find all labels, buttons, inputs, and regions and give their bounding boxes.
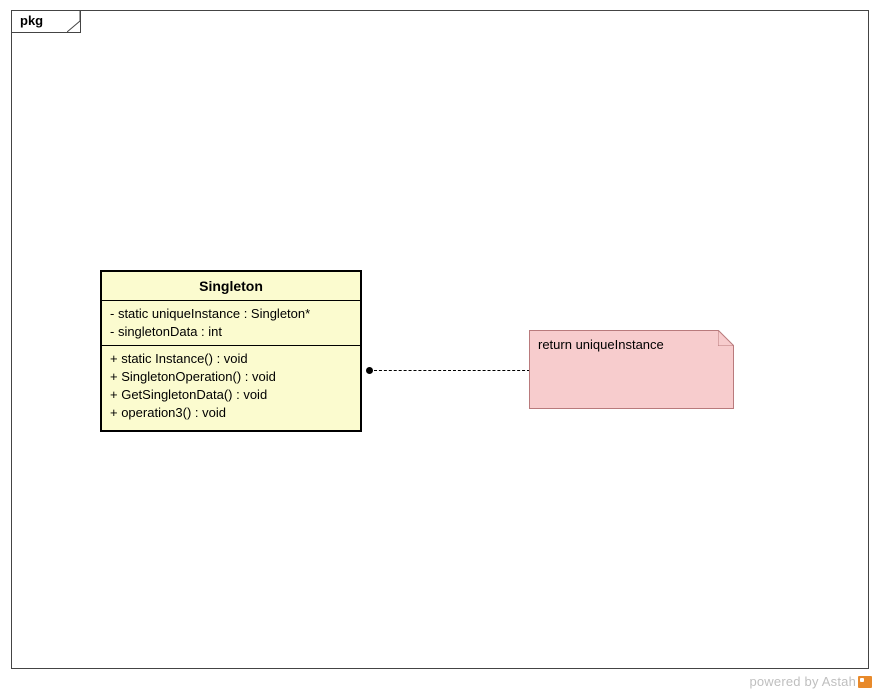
class-attributes-section: - static uniqueInstance : Singleton* - s… bbox=[102, 301, 360, 346]
class-operation: + static Instance() : void bbox=[110, 350, 352, 368]
note-text: return uniqueInstance bbox=[538, 337, 725, 352]
class-name: Singleton bbox=[102, 272, 360, 301]
class-attribute: - singletonData : int bbox=[110, 323, 352, 341]
class-operation: + GetSingletonData() : void bbox=[110, 386, 352, 404]
astah-logo-icon bbox=[858, 676, 872, 688]
uml-class-singleton: Singleton - static uniqueInstance : Sing… bbox=[100, 270, 362, 432]
credit-prefix: powered by bbox=[749, 674, 821, 689]
class-operation: + operation3() : void bbox=[110, 404, 352, 422]
uml-note: return uniqueInstance bbox=[529, 330, 734, 409]
package-label: pkg bbox=[20, 13, 43, 28]
class-operation: + SingletonOperation() : void bbox=[110, 368, 352, 386]
footer-credit: powered by Astah bbox=[749, 674, 872, 689]
note-fold-icon bbox=[718, 330, 734, 346]
package-tab: pkg bbox=[11, 10, 81, 33]
tab-notch-icon bbox=[67, 11, 81, 33]
credit-brand: Astah bbox=[822, 674, 856, 689]
class-attribute: - static uniqueInstance : Singleton* bbox=[110, 305, 352, 323]
class-operations-section: + static Instance() : void + SingletonOp… bbox=[102, 346, 360, 430]
